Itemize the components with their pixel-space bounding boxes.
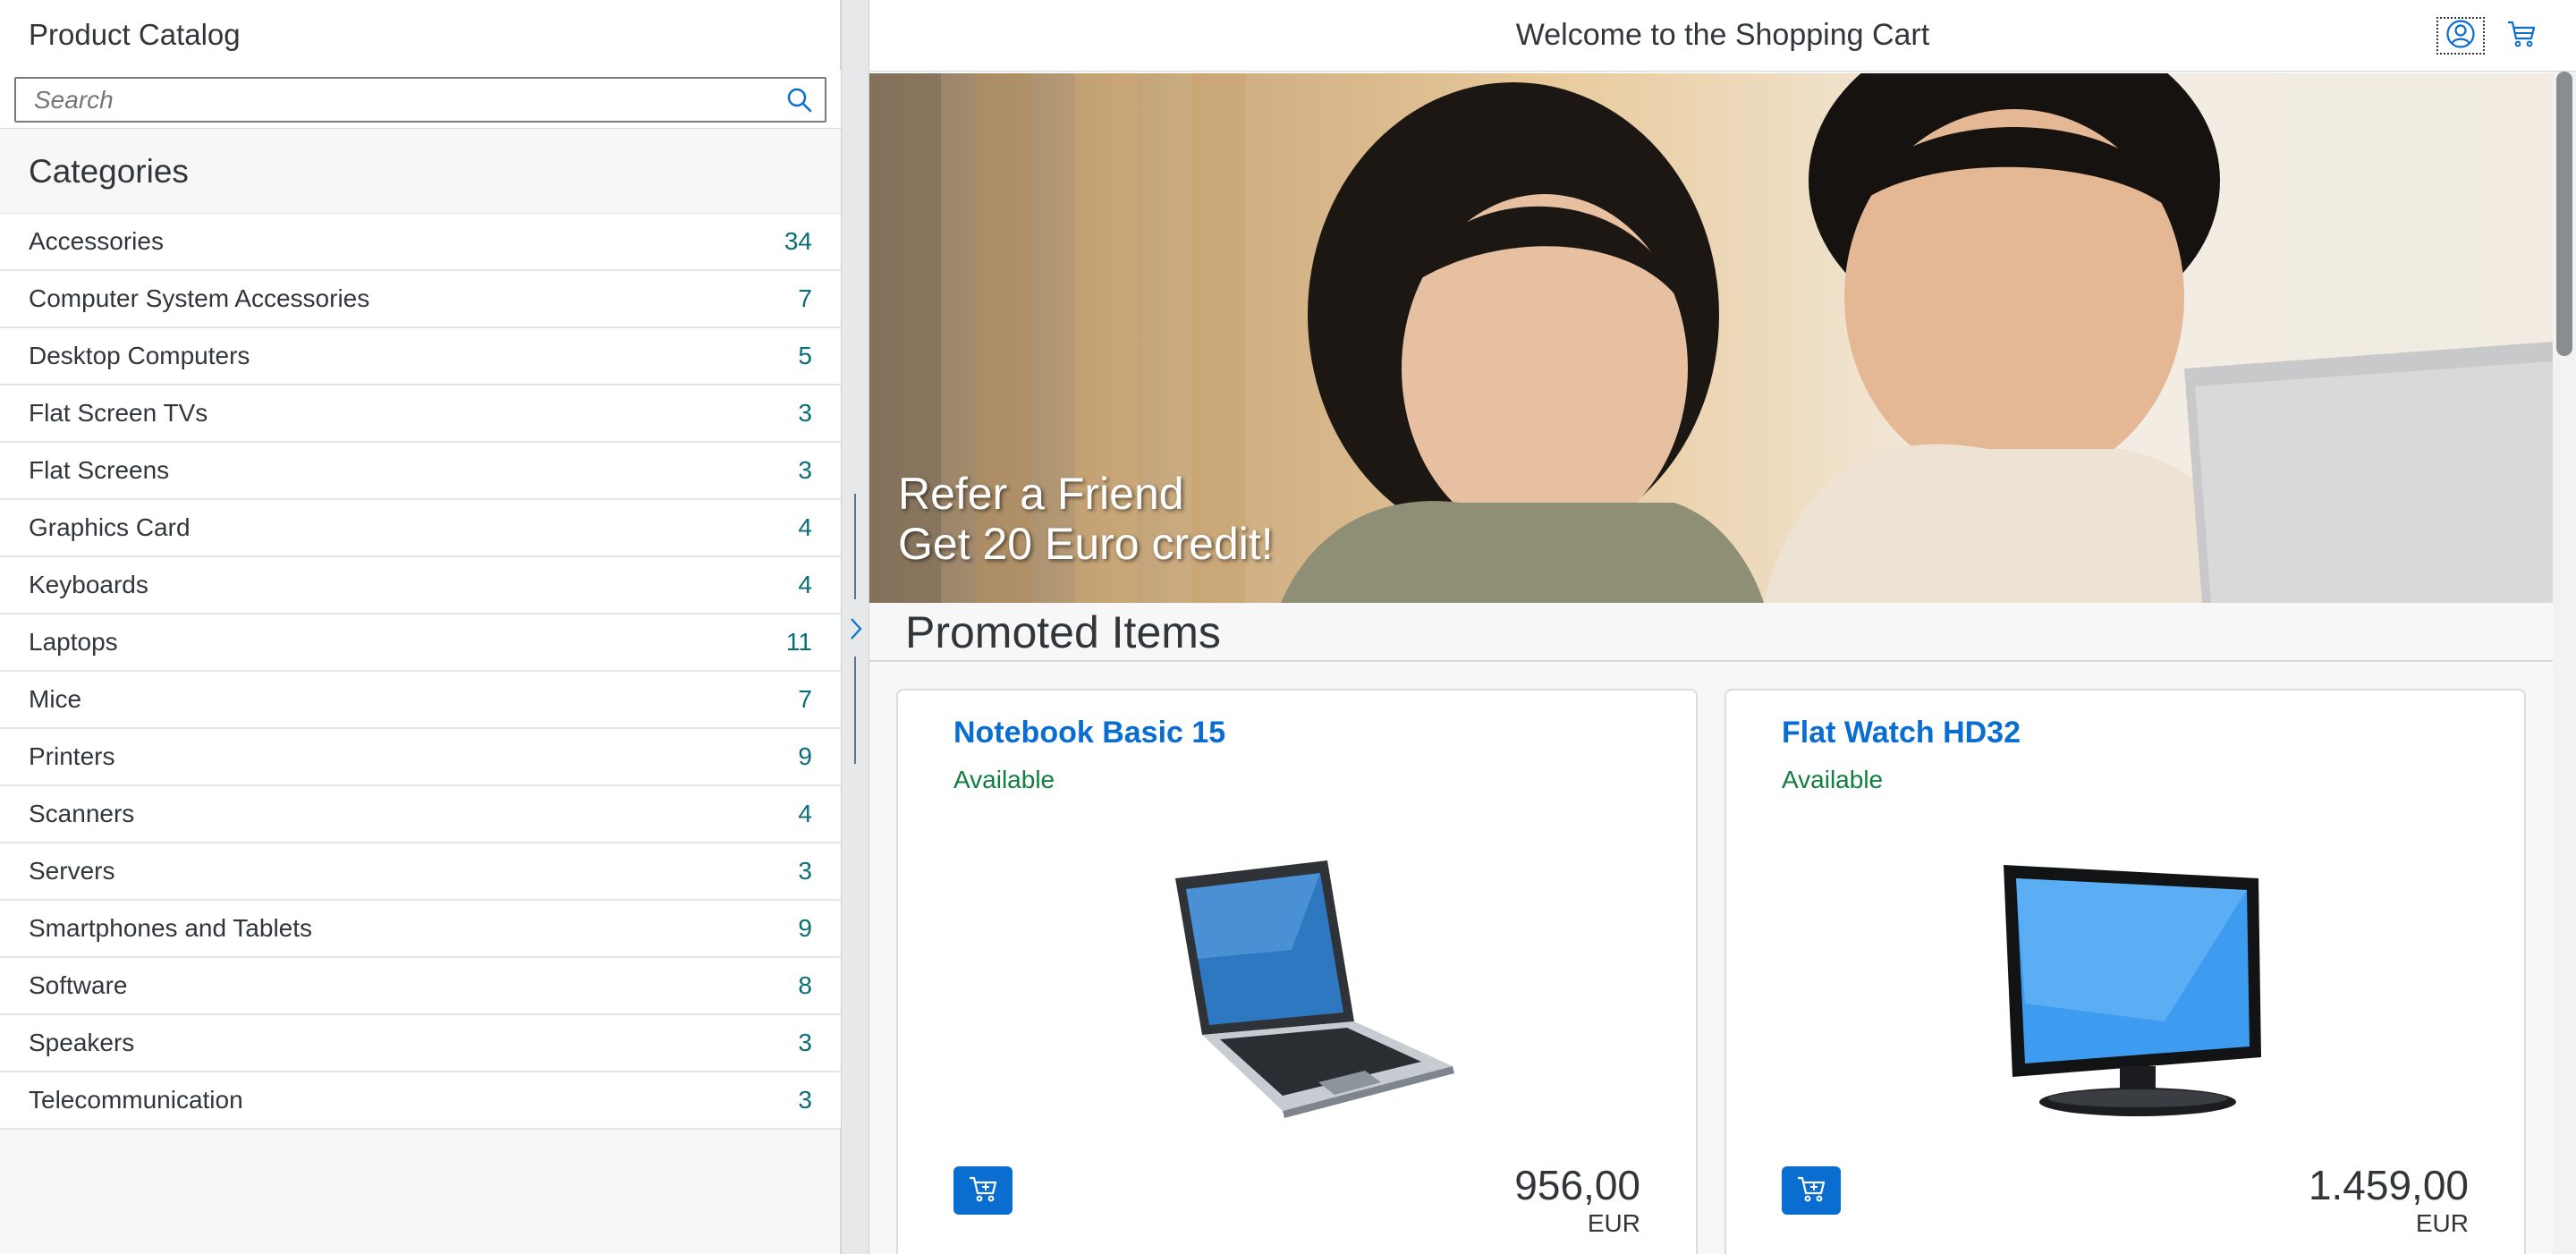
category-count: 3: [798, 1086, 812, 1114]
category-item-flat-screens[interactable]: Flat Screens 3: [0, 443, 841, 500]
add-to-cart-button[interactable]: [953, 1166, 1013, 1215]
search-icon[interactable]: [775, 79, 825, 121]
product-currency: EUR: [1587, 1209, 1640, 1237]
category-item-scanners[interactable]: Scanners 4: [0, 786, 841, 843]
category-count: 34: [784, 227, 812, 255]
category-item-telecommunication[interactable]: Telecommunication 3: [0, 1072, 841, 1130]
category-name: Servers: [29, 857, 115, 885]
category-count: 9: [798, 914, 812, 942]
promo-text: Refer a Friend Get 20 Euro credit!: [898, 469, 1274, 569]
page-title: Product Catalog: [29, 18, 241, 51]
detail-pane: Welcome to the Shopping Cart Refer a Fri…: [869, 0, 2576, 1254]
category-item-accessories[interactable]: Accessories 34: [0, 214, 841, 271]
category-name: Mice: [29, 685, 82, 713]
cart-button[interactable]: [2497, 17, 2546, 55]
product-name-link[interactable]: Flat Watch HD32: [1782, 716, 2021, 750]
category-count: 4: [798, 800, 812, 827]
product-name-link[interactable]: Notebook Basic 15: [953, 716, 1225, 750]
product-card[interactable]: Notebook Basic 15 Available 956,00 EUR: [896, 689, 1698, 1254]
category-count: 7: [798, 284, 812, 312]
category-item-keyboards[interactable]: Keyboards 4: [0, 557, 841, 614]
category-name: Laptops: [29, 628, 118, 656]
scrollbar-thumb[interactable]: [2556, 72, 2572, 356]
category-item-software[interactable]: Software 8: [0, 958, 841, 1015]
search-field[interactable]: [14, 77, 826, 123]
cart-icon: [2506, 20, 2537, 53]
category-item-flat-screen-tvs[interactable]: Flat Screen TVs 3: [0, 386, 841, 443]
category-count: 3: [798, 1029, 812, 1056]
splitter-grip-bottom: [854, 657, 856, 764]
search-input[interactable]: [16, 79, 775, 121]
category-name: Printers: [29, 742, 115, 770]
detail-scrollbar[interactable]: [2553, 72, 2576, 1254]
category-count: 3: [798, 399, 812, 427]
category-name: Computer System Accessories: [29, 284, 370, 312]
product-price: 1.459,00: [2308, 1162, 2469, 1208]
promoted-items-title: Promoted Items: [905, 607, 1221, 657]
add-to-cart-icon: [1796, 1174, 1826, 1207]
product-price: 956,00: [1514, 1162, 1640, 1208]
user-button[interactable]: [2436, 17, 2485, 55]
category-item-printers[interactable]: Printers 9: [0, 729, 841, 786]
pane-splitter[interactable]: [841, 0, 869, 1254]
category-count: 8: [798, 971, 812, 999]
master-pane: Product Catalog Categories Accessories 3…: [0, 0, 841, 1254]
category-name: Speakers: [29, 1029, 135, 1056]
detail-header: Welcome to the Shopping Cart: [869, 0, 2576, 72]
category-name: Accessories: [29, 227, 164, 255]
product-status: Available: [1782, 766, 1884, 793]
category-item-servers[interactable]: Servers 3: [0, 843, 841, 901]
category-item-desktop-computers[interactable]: Desktop Computers 5: [0, 328, 841, 386]
product-image-laptop[interactable]: [1113, 843, 1488, 1129]
promo-banner[interactable]: Refer a Friend Get 20 Euro credit!: [869, 73, 2553, 603]
product-status: Available: [953, 766, 1055, 793]
category-name: Smartphones and Tablets: [29, 914, 313, 942]
search-bar: [0, 70, 841, 129]
promoted-items-header: Promoted Items: [869, 603, 2553, 662]
categories-header: Categories: [0, 130, 841, 214]
category-item-mice[interactable]: Mice 7: [0, 672, 841, 729]
chevron-right-icon[interactable]: [843, 611, 869, 647]
product-card[interactable]: Flat Watch HD32 Available 1.459,00 EUR: [1724, 689, 2526, 1254]
category-item-laptops[interactable]: Laptops 11: [0, 614, 841, 672]
category-count: 9: [798, 742, 812, 770]
category-item-computer-system-accessories[interactable]: Computer System Accessories 7: [0, 271, 841, 328]
category-item-smartphones-and-tablets[interactable]: Smartphones and Tablets 9: [0, 901, 841, 958]
product-image-monitor[interactable]: [1941, 843, 2317, 1129]
category-count: 4: [798, 513, 812, 541]
product-currency: EUR: [2415, 1209, 2469, 1237]
category-name: Keyboards: [29, 571, 148, 598]
category-name: Flat Screens: [29, 456, 170, 484]
promo-line-2: Get 20 Euro credit!: [898, 519, 1274, 569]
category-item-graphics-card[interactable]: Graphics Card 4: [0, 500, 841, 557]
user-icon: [2445, 19, 2476, 54]
categories-title: Categories: [29, 152, 189, 190]
category-name: Desktop Computers: [29, 342, 250, 369]
category-count: 11: [785, 628, 812, 656]
category-count: 4: [798, 571, 812, 598]
master-header: Product Catalog: [0, 0, 840, 70]
category-name: Telecommunication: [29, 1086, 243, 1114]
category-list: Accessories 34 Computer System Accessori…: [0, 214, 841, 1130]
category-name: Software: [29, 971, 128, 999]
category-name: Flat Screen TVs: [29, 399, 208, 427]
promo-line-1: Refer a Friend: [898, 469, 1184, 519]
category-name: Graphics Card: [29, 513, 191, 541]
category-count: 5: [798, 342, 812, 369]
splitter-grip-top: [854, 494, 856, 599]
category-count: 7: [798, 685, 812, 713]
detail-title: Welcome to the Shopping Cart: [1515, 17, 1930, 52]
category-item-speakers[interactable]: Speakers 3: [0, 1015, 841, 1072]
category-name: Scanners: [29, 800, 135, 827]
add-to-cart-button[interactable]: [1782, 1166, 1841, 1215]
category-count: 3: [798, 456, 812, 484]
category-count: 3: [798, 857, 812, 885]
add-to-cart-icon: [968, 1174, 998, 1207]
